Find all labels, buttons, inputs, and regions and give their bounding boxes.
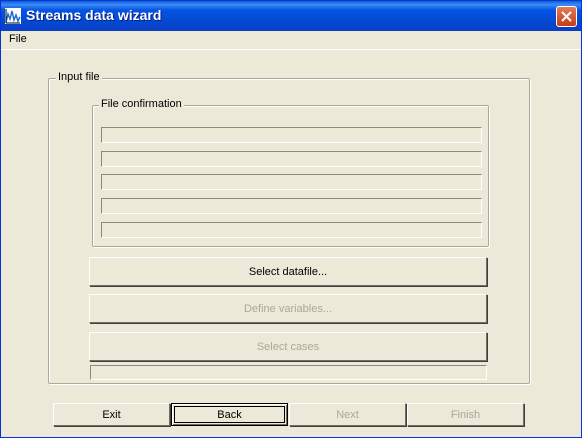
confirmation-line-1 — [101, 127, 482, 143]
file-confirmation-legend: File confirmation — [99, 98, 184, 110]
define-variables-button[interactable]: Define variables... — [89, 294, 487, 323]
confirmation-line-3 — [101, 174, 482, 190]
confirmation-line-2 — [101, 151, 482, 167]
finish-button[interactable]: Finish — [407, 403, 524, 426]
menu-file[interactable]: File — [9, 33, 27, 45]
select-cases-label: Select cases — [256, 340, 320, 353]
confirmation-line-4 — [101, 198, 482, 214]
next-button[interactable]: Next — [289, 403, 406, 426]
close-icon — [561, 11, 572, 22]
wizard-window: Streams data wizard File Input file File… — [0, 0, 582, 438]
back-label: Back — [217, 408, 242, 421]
window-title: Streams data wizard — [26, 7, 162, 23]
confirmation-line-5 — [101, 222, 482, 238]
chart-icon — [5, 8, 21, 24]
select-cases-button[interactable]: Select cases — [89, 332, 487, 361]
exit-button[interactable]: Exit — [53, 403, 170, 426]
menu-bar: File — [1, 31, 581, 50]
back-button[interactable]: Back — [171, 403, 288, 426]
close-button[interactable] — [556, 6, 577, 27]
select-datafile-button[interactable]: Select datafile... — [89, 257, 487, 286]
title-bar[interactable]: Streams data wizard — [1, 1, 581, 31]
select-datafile-label: Select datafile... — [248, 265, 328, 278]
input-file-legend: Input file — [56, 71, 102, 83]
exit-label: Exit — [102, 408, 121, 421]
status-field — [90, 365, 487, 380]
define-variables-label: Define variables... — [243, 302, 333, 315]
next-label: Next — [336, 408, 359, 421]
finish-label: Finish — [450, 408, 481, 421]
